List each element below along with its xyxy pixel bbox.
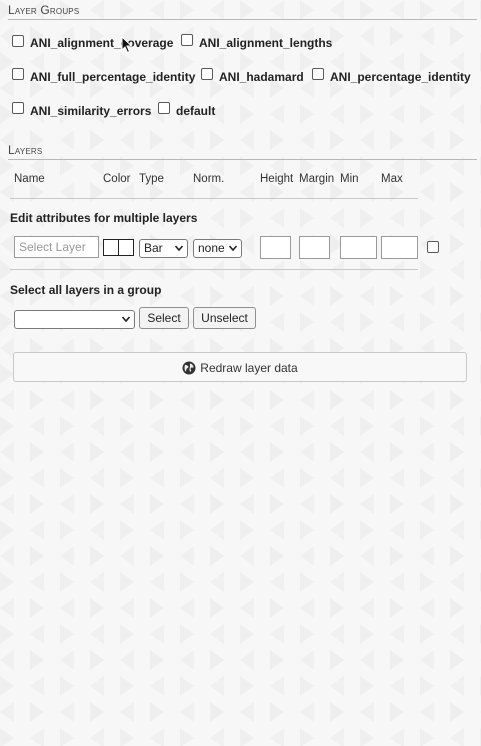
column-header-norm: Norm. [193, 173, 225, 185]
column-header-min: Min [340, 173, 359, 185]
color-swatch-1[interactable] [103, 239, 119, 256]
column-header-margin: Margin [299, 173, 335, 185]
layer-groups-title: Layer Groups [8, 3, 80, 17]
max-input[interactable] [381, 236, 418, 259]
redraw-layer-data-button[interactable]: Redraw layer data [13, 352, 467, 382]
checkbox-ani-alignment-coverage[interactable] [12, 35, 24, 47]
column-header-color: Color [103, 173, 131, 185]
chevron-down-icon [174, 245, 184, 252]
column-header-max: Max [381, 173, 403, 185]
type-select[interactable]: Bar [139, 239, 188, 258]
norm-select-value: none [198, 241, 225, 255]
min-input[interactable] [340, 236, 377, 259]
chevron-down-icon [228, 245, 238, 252]
group-select[interactable] [14, 310, 135, 329]
checkbox-default[interactable] [158, 102, 170, 114]
globe-icon [182, 361, 196, 375]
margin-input[interactable] [299, 236, 330, 259]
edit-divider [10, 269, 418, 270]
checkbox-ani-full-percentage-identity[interactable] [12, 68, 24, 80]
norm-select[interactable]: none [193, 239, 242, 258]
checkbox-ani-alignment-lengths[interactable] [181, 34, 193, 46]
checkbox-ani-hadamard[interactable] [201, 68, 213, 80]
layers-title: Layers [8, 143, 43, 157]
edit-multiple-label: Edit attributes for multiple layers [10, 211, 198, 225]
column-header-name: Name [14, 173, 45, 185]
checkbox-label-ani-percentage-identity[interactable]: ANI_percentage_identity [330, 70, 471, 84]
layers-divider [8, 159, 477, 160]
mouse-cursor-icon [121, 36, 133, 54]
height-input[interactable] [260, 236, 291, 259]
checkbox-label-ani-full-percentage-identity[interactable]: ANI_full_percentage_identity [30, 70, 195, 84]
checkbox-label-ani-alignment-coverage[interactable]: ANI_alignment_coverage [30, 36, 173, 50]
checkbox-label-default[interactable]: default [176, 104, 215, 118]
checkbox-ani-similarity-errors[interactable] [12, 102, 24, 114]
unselect-button[interactable]: Unselect [193, 307, 256, 329]
select-group-label: Select all layers in a group [10, 283, 162, 297]
select-layer-input[interactable]: Select Layer [14, 236, 99, 258]
checkbox-ani-percentage-identity[interactable] [312, 68, 324, 80]
chevron-down-icon [121, 316, 131, 323]
checkbox-label-ani-similarity-errors[interactable]: ANI_similarity_errors [30, 104, 151, 118]
edit-multiple-checkbox[interactable] [427, 241, 439, 253]
column-header-height: Height [260, 173, 294, 185]
column-header-type: Type [139, 173, 164, 185]
checkbox-label-ani-alignment-lengths[interactable]: ANI_alignment_lengths [199, 36, 332, 50]
layer-groups-divider [8, 19, 477, 20]
color-swatch-2[interactable] [118, 239, 134, 256]
checkbox-label-ani-hadamard[interactable]: ANI_hadamard [219, 70, 304, 84]
type-select-value: Bar [144, 241, 163, 255]
table-divider [10, 198, 418, 199]
select-button[interactable]: Select [139, 307, 189, 329]
redraw-button-label: Redraw layer data [200, 360, 298, 375]
